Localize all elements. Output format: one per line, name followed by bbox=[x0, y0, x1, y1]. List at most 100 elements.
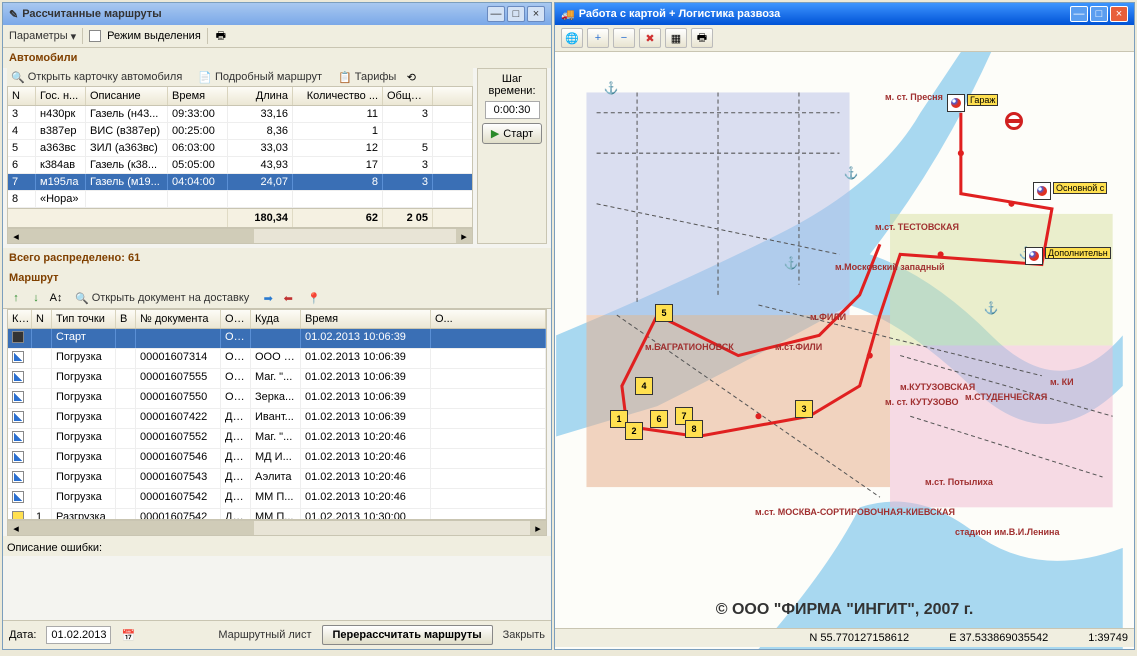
vehicles-grid[interactable]: N Гос. н... Описание Время Длина Количес… bbox=[7, 86, 473, 228]
recalculate-button[interactable]: Перерассчитать маршруты bbox=[322, 625, 493, 645]
route-row[interactable]: Погрузка00001607543До...Аэлита01.02.2013… bbox=[8, 469, 546, 489]
vehicle-row[interactable]: 4в387ерВИС (в387ер)00:25:008,361 bbox=[8, 123, 472, 140]
zoom-out-icon[interactable]: − bbox=[613, 28, 635, 48]
route-grid[interactable]: К... N Тип точки В № документа От... Куд… bbox=[7, 309, 547, 520]
col-time[interactable]: Время bbox=[168, 87, 228, 105]
poi-marker[interactable] bbox=[1033, 182, 1051, 200]
anchor-icon: ⚓ bbox=[785, 257, 797, 269]
vehicles-hscroll[interactable]: ◂▸ bbox=[7, 228, 473, 244]
metro-label: м.СТУДЕНЧЕСКАЯ bbox=[965, 392, 1047, 402]
vehicles-toolbar: 🔍 Открыть карточку автомобиля 📄 Подробны… bbox=[7, 68, 473, 86]
col-ot[interactable]: От... bbox=[221, 310, 251, 328]
col-o[interactable]: О... bbox=[431, 310, 546, 328]
titlebar[interactable]: ✎Рассчитанные маршруты — □ × bbox=[3, 3, 551, 25]
vehicle-row[interactable]: 8«Нора» bbox=[8, 191, 472, 208]
route-marker[interactable]: 6 bbox=[650, 410, 668, 428]
col-b[interactable]: В bbox=[116, 310, 136, 328]
total-qty: 62 bbox=[293, 209, 383, 227]
route-sheet-button[interactable]: Маршрутный лист bbox=[218, 629, 311, 641]
col-total[interactable]: Общий ... bbox=[383, 87, 433, 105]
vehicle-row[interactable]: 7м195лаГазель (м19...04:04:0024,0783 bbox=[8, 174, 472, 191]
close-button[interactable]: × bbox=[527, 6, 545, 22]
metro-label: м.КУТУЗОВСКАЯ bbox=[900, 382, 975, 392]
route-marker[interactable]: 2 bbox=[625, 422, 643, 440]
layers-icon[interactable]: ▦ bbox=[665, 28, 687, 48]
calendar-icon[interactable]: 📅 bbox=[121, 628, 135, 642]
metro-label: м.ст.ФИЛИ bbox=[775, 342, 822, 352]
refresh-icon[interactable]: ⟲ bbox=[404, 70, 418, 84]
col-kuda[interactable]: Куда bbox=[251, 310, 301, 328]
vehicle-row[interactable]: 5а363всЗИЛ (а363вс)06:03:0033,03125 bbox=[8, 140, 472, 157]
move-down-icon[interactable]: ↓ bbox=[29, 291, 43, 305]
col-len[interactable]: Длина bbox=[228, 87, 293, 105]
col-n[interactable]: N bbox=[8, 87, 36, 105]
route-row[interactable]: Погрузка00001607542До...ММ П...01.02.201… bbox=[8, 489, 546, 509]
metro-label: м.Московский западный bbox=[835, 262, 944, 272]
poi-marker[interactable] bbox=[947, 94, 965, 112]
map-close-button[interactable]: × bbox=[1110, 6, 1128, 22]
route-marker[interactable]: 4 bbox=[635, 377, 653, 395]
col-qty[interactable]: Количество ... bbox=[293, 87, 383, 105]
map-minimize-button[interactable]: — bbox=[1070, 6, 1088, 22]
map-canvas[interactable]: ⚓ ⚓ ⚓ ⚓ ⚓ м. ст. Пресням.ст. ТЕСТОВСКАЯм… bbox=[555, 52, 1134, 649]
open-vehicle-card-button[interactable]: 🔍 Открыть карточку автомобиля bbox=[11, 71, 182, 84]
back-icon[interactable]: ⬅ bbox=[281, 291, 295, 305]
route-marker[interactable]: 5 bbox=[655, 304, 673, 322]
print-icon[interactable]: 🖶 bbox=[214, 29, 228, 43]
flag-icon[interactable]: 📍 bbox=[307, 291, 321, 305]
app-icon: ✎ bbox=[9, 8, 18, 21]
params-menu[interactable]: Параметры ▾ bbox=[9, 30, 76, 43]
map-svg bbox=[555, 52, 1134, 649]
map-toolbar: 🌐 + − ✖ ▦ 🖶 bbox=[555, 25, 1134, 52]
col-gos[interactable]: Гос. н... bbox=[36, 87, 86, 105]
route-row[interactable]: Погрузка00001607552До...Маг. "...01.02.2… bbox=[8, 429, 546, 449]
status-lon: E 37.533869035542 bbox=[949, 632, 1048, 644]
col-time2[interactable]: Время bbox=[301, 310, 431, 328]
step-value[interactable]: 0:00:30 bbox=[485, 101, 540, 119]
metro-label: м.ФИЛИ bbox=[810, 312, 846, 322]
close-link[interactable]: Закрыть bbox=[503, 629, 545, 641]
map-statusbar: N 55.770127158612 E 37.533869035542 1:39… bbox=[555, 628, 1134, 647]
map-maximize-button[interactable]: □ bbox=[1090, 6, 1108, 22]
route-row[interactable]: Погрузка00001607555Ос...Маг. "...01.02.2… bbox=[8, 369, 546, 389]
zoom-in-icon[interactable]: + bbox=[587, 28, 609, 48]
map-titlebar[interactable]: 🚚Работа с картой + Логистика развоза — □… bbox=[555, 3, 1134, 25]
vehicle-row[interactable]: 3н430ркГазель (н43...09:33:0033,16113 bbox=[8, 106, 472, 123]
maximize-button[interactable]: □ bbox=[507, 6, 525, 22]
route-row[interactable]: Погрузка00001607422До...Ивант...01.02.20… bbox=[8, 409, 546, 429]
selection-mode-checkbox[interactable] bbox=[89, 30, 101, 42]
route-row[interactable]: Погрузка00001607314Ос...ООО "...01.02.20… bbox=[8, 349, 546, 369]
col-nn[interactable]: N bbox=[32, 310, 52, 328]
vehicle-row[interactable]: 6к384авГазель (к38...05:05:0043,93173 bbox=[8, 157, 472, 174]
delete-icon[interactable]: ✖ bbox=[639, 28, 661, 48]
globe-icon[interactable]: 🌐 bbox=[561, 28, 583, 48]
route-marker[interactable]: 3 bbox=[795, 400, 813, 418]
date-label: Дата: bbox=[9, 629, 36, 641]
col-k[interactable]: К... bbox=[8, 310, 32, 328]
metro-label: м. КИ bbox=[1050, 377, 1074, 387]
route-row[interactable]: 1Разгрузка00001607542До...ММ П...01.02.2… bbox=[8, 509, 546, 519]
col-doc[interactable]: № документа bbox=[136, 310, 221, 328]
total-sum: 2 05 bbox=[383, 209, 433, 227]
route-row[interactable]: СтартОс...01.02.2013 10:06:39 bbox=[8, 329, 546, 349]
route-row[interactable]: Погрузка00001607546До...МД И...01.02.201… bbox=[8, 449, 546, 469]
forward-icon[interactable]: ➡ bbox=[261, 291, 275, 305]
route-row[interactable]: Погрузка00001607550Ос...Зерка...01.02.20… bbox=[8, 389, 546, 409]
start-button[interactable]: ▶Старт bbox=[482, 123, 542, 144]
open-delivery-doc-button[interactable]: 🔍 Открыть документ на доставку bbox=[75, 292, 249, 305]
poi-marker[interactable] bbox=[1025, 247, 1043, 265]
metro-label: стадион им.В.И.Ленина bbox=[955, 527, 1060, 537]
poi-label: Дополнительн bbox=[1045, 247, 1111, 259]
col-desc[interactable]: Описание bbox=[86, 87, 168, 105]
move-up-icon[interactable]: ↑ bbox=[9, 291, 23, 305]
print-map-icon[interactable]: 🖶 bbox=[691, 28, 713, 48]
route-marker[interactable]: 8 bbox=[685, 420, 703, 438]
col-type[interactable]: Тип точки bbox=[52, 310, 116, 328]
tariffs-button[interactable]: 📋 Тарифы bbox=[338, 71, 396, 84]
minimize-button[interactable]: — bbox=[487, 6, 505, 22]
date-input[interactable]: 01.02.2013 bbox=[46, 626, 111, 644]
detailed-route-button[interactable]: 📄 Подробный маршрут bbox=[198, 71, 322, 84]
vehicles-section-label: Автомобили bbox=[3, 48, 551, 68]
route-hscroll[interactable]: ◂▸ bbox=[7, 520, 547, 536]
sort-icon[interactable]: A↕ bbox=[49, 291, 63, 305]
